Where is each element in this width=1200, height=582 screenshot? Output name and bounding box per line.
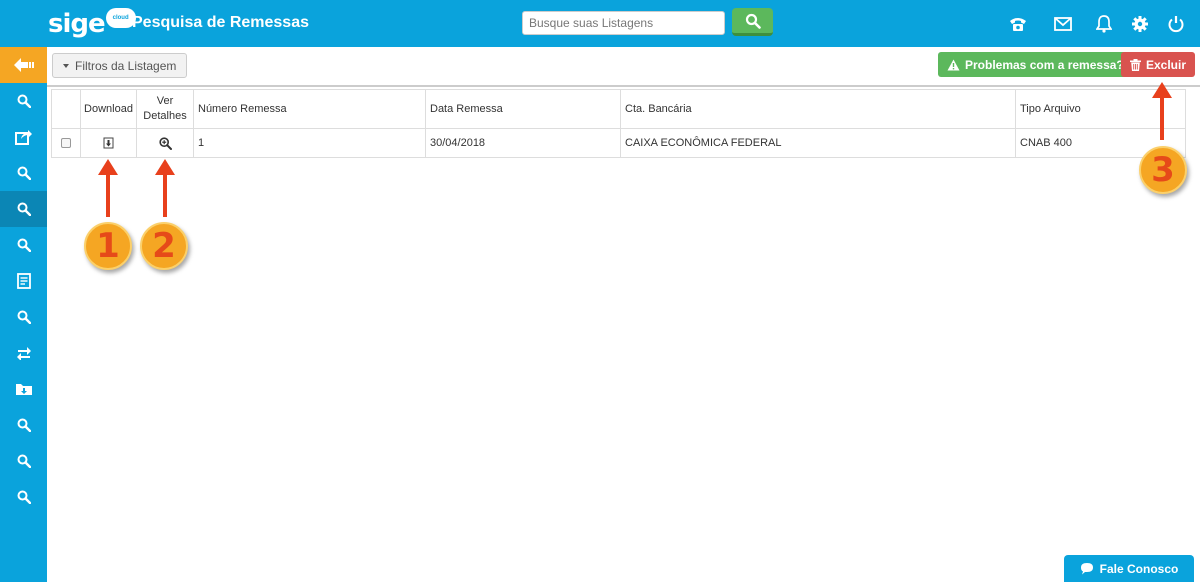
bell-icon[interactable] <box>1094 14 1114 34</box>
trash-icon <box>1130 58 1141 71</box>
problems-label: Problemas com a remessa? <box>965 57 1124 72</box>
phone-icon[interactable] <box>1008 14 1028 34</box>
search-button[interactable] <box>732 8 773 36</box>
cell-number: 1 <box>193 128 426 158</box>
header-date[interactable]: Data Remessa <box>425 89 621 129</box>
sidebar-item-search-2[interactable] <box>0 155 47 191</box>
folder-download-icon <box>15 384 32 395</box>
annotation-badge-3: 3 <box>1139 146 1187 194</box>
cell-account: CAIXA ECONÔMICA FEDERAL <box>620 128 1016 158</box>
annotation-arrow-3 <box>1152 82 1172 140</box>
sync-icon <box>16 347 31 360</box>
mail-icon[interactable] <box>1053 14 1073 34</box>
contact-us-label: Fale Conosco <box>1099 561 1179 576</box>
sidebar-item-search-1[interactable] <box>0 83 47 119</box>
row-checkbox[interactable] <box>61 138 71 149</box>
download-icon[interactable] <box>103 137 114 149</box>
annotation-badge-1: 1 <box>84 222 132 270</box>
filters-dropdown-button[interactable]: Filtros da Listagem <box>52 53 188 78</box>
sidebar-item-back[interactable] <box>0 47 47 83</box>
row-select-cell <box>51 128 81 158</box>
search-icon <box>745 13 761 29</box>
header-view-details-line1: Ver <box>156 95 174 107</box>
warning-icon <box>947 59 960 70</box>
search-icon <box>17 166 31 180</box>
delete-label: Excluir <box>1146 57 1187 72</box>
search-icon <box>17 310 31 324</box>
share-icon <box>14 130 32 145</box>
report-icon <box>16 273 31 289</box>
sidebar-item-report[interactable] <box>0 263 47 299</box>
header-number[interactable]: Número Remessa <box>193 89 426 129</box>
search-icon <box>17 418 31 432</box>
sidebar-item-search-5[interactable] <box>0 299 47 335</box>
sidebar-item-search-6[interactable] <box>0 407 47 443</box>
table-row[interactable]: 1 30/04/2018 CAIXA ECONÔMICA FEDERAL CNA… <box>51 128 1186 158</box>
header-download: Download <box>80 89 137 129</box>
contact-us-button[interactable]: Fale Conosco <box>1064 555 1194 582</box>
sidebar-item-folder-download[interactable] <box>0 371 47 407</box>
sidebar-item-share[interactable] <box>0 119 47 155</box>
zoom-in-icon[interactable] <box>158 136 172 150</box>
search-input[interactable] <box>522 11 725 35</box>
page-title: Pesquisa de Remessas <box>132 14 309 31</box>
annotation-badge-2: 2 <box>140 222 188 270</box>
logo-text: sige <box>48 9 106 39</box>
header-account[interactable]: Cta. Bancária <box>620 89 1016 129</box>
power-icon[interactable] <box>1166 14 1186 34</box>
search-icon <box>17 202 31 216</box>
search-icon <box>17 490 31 504</box>
toolbar: Filtros da Listagem Problemas com a reme… <box>47 47 1200 87</box>
delete-button[interactable]: Excluir <box>1121 52 1196 77</box>
view-details-cell <box>136 128 194 158</box>
sidebar-item-search-7[interactable] <box>0 443 47 479</box>
sige-logo[interactable]: sige cloud <box>48 8 136 39</box>
problems-button[interactable]: Problemas com a remessa? <box>938 52 1133 77</box>
sidebar <box>0 47 47 582</box>
cell-date: 30/04/2018 <box>425 128 621 158</box>
sidebar-item-sync[interactable] <box>0 335 47 371</box>
search-icon <box>17 238 31 252</box>
sidebar-item-search-4[interactable] <box>0 227 47 263</box>
caret-down-icon <box>63 63 69 68</box>
header-select <box>51 89 81 129</box>
table-header-row: Download Ver Detalhes Número Remessa Dat… <box>51 89 1186 129</box>
search-icon <box>17 454 31 468</box>
filters-label: Filtros da Listagem <box>75 58 177 73</box>
chat-bubble-icon <box>1080 563 1093 575</box>
search-icon <box>17 94 31 108</box>
top-header: sige cloud Pesquisa de Remessas <box>0 0 1200 47</box>
download-cell <box>80 128 137 158</box>
back-arrow-icon <box>13 58 34 72</box>
header-view-details: Ver Detalhes <box>136 89 194 129</box>
annotation-arrow-1 <box>98 159 118 217</box>
sidebar-item-search-8[interactable] <box>0 479 47 515</box>
header-view-details-line2: Detalhes <box>143 110 187 122</box>
remittance-table: Download Ver Detalhes Número Remessa Dat… <box>51 89 1186 158</box>
annotation-arrow-2 <box>155 159 175 217</box>
sidebar-item-search-3[interactable] <box>0 191 47 227</box>
gear-icon[interactable] <box>1130 14 1150 34</box>
